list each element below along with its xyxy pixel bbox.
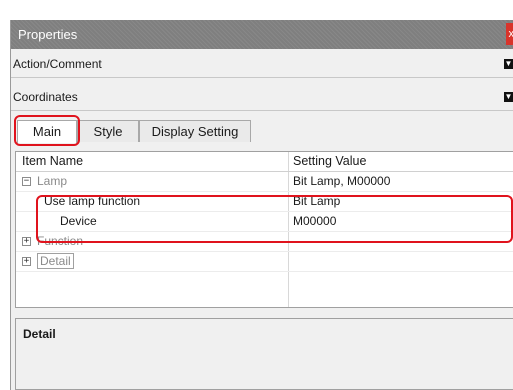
header-setting-value: Setting Value xyxy=(293,154,367,168)
detail-pane-label: Detail xyxy=(23,327,56,341)
properties-titlebar: Properties x xyxy=(11,20,513,49)
row-value[interactable]: M00000 xyxy=(293,212,336,231)
collapse-icon[interactable]: − xyxy=(22,177,31,187)
tab-display-setting[interactable]: Display Setting xyxy=(139,120,251,142)
header-item-name: Item Name xyxy=(22,154,84,168)
section-action-comment[interactable]: Action/Comment ▼ xyxy=(11,51,513,78)
row-name: − Lamp xyxy=(22,172,67,191)
grid-row-detail[interactable]: + Detail xyxy=(16,252,513,272)
dropdown-icon[interactable]: ▼ xyxy=(504,92,513,102)
detail-pane: Detail xyxy=(15,318,513,390)
row-name: + Detail xyxy=(22,252,74,271)
grid-header: Item Name Setting Value xyxy=(16,152,513,172)
properties-panel: Properties x Action/Comment ▼ Coordinate… xyxy=(10,20,513,390)
row-name-text: Lamp xyxy=(37,174,68,188)
tab-main[interactable]: Main xyxy=(17,120,77,143)
section-label: Action/Comment xyxy=(13,57,102,71)
row-name: + Function xyxy=(22,232,83,251)
expand-icon[interactable]: + xyxy=(22,257,31,267)
row-name: Device xyxy=(60,214,97,228)
tab-label: Display Setting xyxy=(151,124,239,139)
row-name-text: Function xyxy=(37,234,84,248)
section-coordinates[interactable]: Coordinates ▼ xyxy=(11,84,513,111)
grid-row-function[interactable]: + Function xyxy=(16,232,513,252)
expand-icon[interactable]: + xyxy=(22,237,31,247)
row-name-text: Detail xyxy=(37,253,74,269)
property-grid: Item Name Setting Value − Lamp Bit Lamp, … xyxy=(15,151,513,308)
row-value: Bit Lamp, M00000 xyxy=(293,174,391,188)
row-name: Use lamp function xyxy=(44,194,141,208)
tab-bar: Main Style Display Setting xyxy=(11,120,513,143)
section-label: Coordinates xyxy=(13,90,78,104)
grid-row-use-lamp-function[interactable]: Use lamp function Bit Lamp xyxy=(16,192,513,212)
dropdown-icon[interactable]: ▼ xyxy=(504,59,513,69)
tab-label: Main xyxy=(32,124,62,139)
close-icon: x xyxy=(508,28,513,40)
grid-row-lamp[interactable]: − Lamp Bit Lamp, M00000 xyxy=(16,172,513,192)
tab-label: Style xyxy=(93,124,123,139)
grid-row-device[interactable]: Device M00000 xyxy=(16,212,513,232)
row-value[interactable]: Bit Lamp xyxy=(293,192,340,211)
tab-style[interactable]: Style xyxy=(77,120,139,142)
close-button[interactable]: x xyxy=(506,23,513,45)
panel-title: Properties xyxy=(18,27,78,42)
